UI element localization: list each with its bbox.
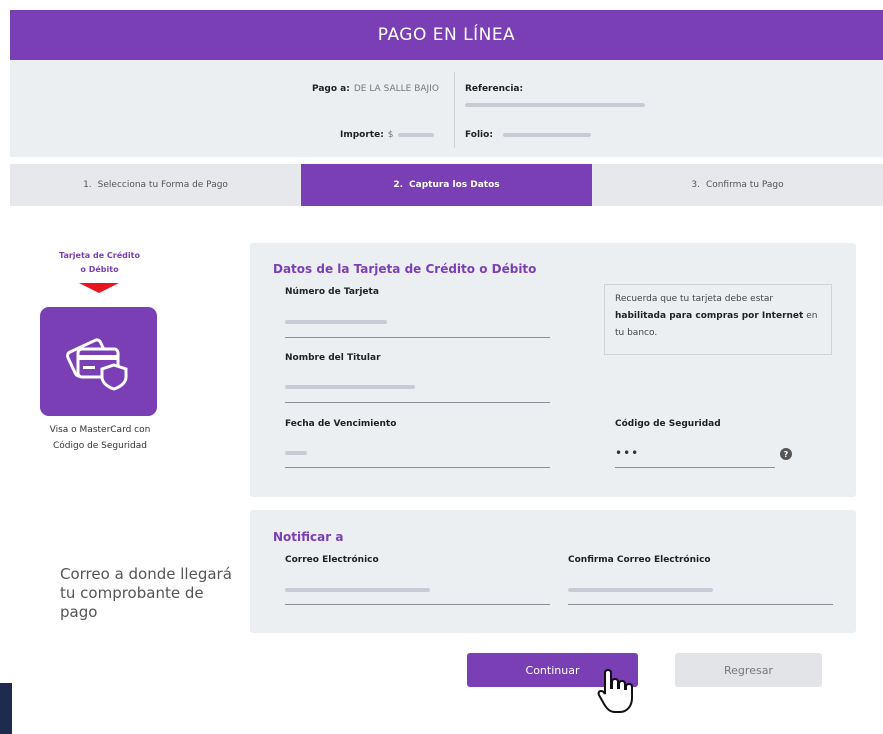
step-label: Selecciona tu Forma de Pago [97, 180, 228, 190]
card-data-panel: Datos de la Tarjeta de Crédito o Débito … [250, 243, 856, 497]
importe-redacted [397, 132, 434, 137]
email-input[interactable] [285, 604, 550, 605]
credit-card-option-tile[interactable] [40, 307, 157, 416]
referencia-label: Referencia: [465, 84, 524, 94]
card-number-label: Número de Tarjeta [285, 287, 379, 297]
payment-method-title: Tarjeta de Crédito o Débito [42, 249, 157, 277]
notify-title: Notificar a [273, 530, 344, 544]
card-form-title: Datos de la Tarjeta de Crédito o Débito [273, 262, 537, 276]
pago-a-row: Pago a: DE LA SALLE BAJIO [312, 84, 439, 94]
email-label: Correo Electrónico [285, 555, 379, 565]
down-arrow-icon [79, 283, 119, 293]
cvv-input[interactable] [615, 467, 775, 468]
card-number-value [285, 320, 387, 324]
step-confirm-payment[interactable]: 3. Confirma tu Pago [592, 164, 883, 206]
step-label: Confirma tu Pago [705, 180, 784, 190]
confirm-email-label: Confirma Correo Electrónico [568, 555, 711, 565]
folio-redacted [502, 132, 591, 137]
step-number: 3. [691, 180, 700, 190]
payment-method-caption: Visa o MasterCard con Código de Segurida… [25, 422, 175, 454]
step-select-payment[interactable]: 1. Selecciona tu Forma de Pago [10, 164, 301, 206]
step-number: 1. [83, 180, 92, 190]
payment-summary: Pago a: DE LA SALLE BAJIO Importe: $ Refer… [10, 60, 883, 157]
payment-method-title-line1: Tarjeta de Crédito [59, 251, 140, 260]
notice-text-bold: habilitada para compras por Internet [615, 311, 804, 321]
folio-row: Folio: [465, 130, 591, 140]
card-number-input[interactable] [285, 337, 550, 338]
expiry-label: Fecha de Vencimiento [285, 419, 397, 429]
internet-enabled-notice: Recuerda que tu tarjeta debe estar habil… [604, 284, 832, 355]
holder-input[interactable] [285, 402, 550, 403]
confirm-email-input[interactable] [568, 604, 833, 605]
notice-text-3: tu banco. [615, 328, 658, 338]
expiry-value [285, 451, 307, 455]
page-title: PAGO EN LÍNEA [377, 25, 516, 45]
step-label: Captura los Datos [409, 180, 500, 190]
confirm-email-value [568, 588, 713, 592]
caption-line2: Código de Seguridad [52, 441, 147, 451]
folio-label: Folio: [465, 130, 493, 140]
email-annotation-line2: tu comprobante de pago [60, 584, 204, 621]
referencia-value-row [465, 100, 645, 110]
referencia-row: Referencia: [465, 84, 523, 94]
holder-label: Nombre del Titular [285, 353, 381, 363]
pago-a-label: Pago a: [312, 84, 350, 94]
step-capture-data[interactable]: 2. Captura los Datos [301, 164, 592, 206]
help-icon[interactable]: ? [780, 448, 792, 460]
notify-panel: Notificar a Correo Electrónico Confirma … [250, 510, 856, 633]
page-header: PAGO EN LÍNEA [10, 10, 883, 60]
notice-text-2: en [803, 311, 818, 321]
pago-a-value: DE LA SALLE BAJIO [353, 84, 439, 94]
decorative-corner [0, 683, 12, 734]
back-button[interactable]: Regresar [675, 653, 822, 687]
checkout-steps: 1. Selecciona tu Forma de Pago 2. Captur… [10, 164, 883, 206]
email-annotation: Correo a donde llegará tu comprobante de… [60, 565, 245, 622]
referencia-redacted [465, 102, 645, 107]
payment-method-title-line2: o Débito [80, 265, 119, 274]
notice-text-1: Recuerda que tu tarjeta debe estar [615, 294, 774, 304]
email-annotation-line1: Correo a donde llegará [60, 565, 232, 583]
cvv-value: ••• [615, 446, 640, 460]
hand-pointer-icon [597, 668, 633, 713]
importe-row: Importe: $ [340, 130, 434, 140]
holder-value [285, 385, 415, 389]
importe-label: Importe: [340, 130, 384, 140]
credit-card-shield-icon [65, 337, 127, 391]
expiry-input[interactable] [285, 467, 550, 468]
cvv-label: Código de Seguridad [615, 419, 721, 429]
importe-value: $ [387, 130, 394, 140]
caption-line1: Visa o MasterCard con [49, 425, 151, 435]
summary-divider [454, 72, 455, 148]
step-number: 2. [393, 180, 404, 190]
email-value [285, 588, 430, 592]
